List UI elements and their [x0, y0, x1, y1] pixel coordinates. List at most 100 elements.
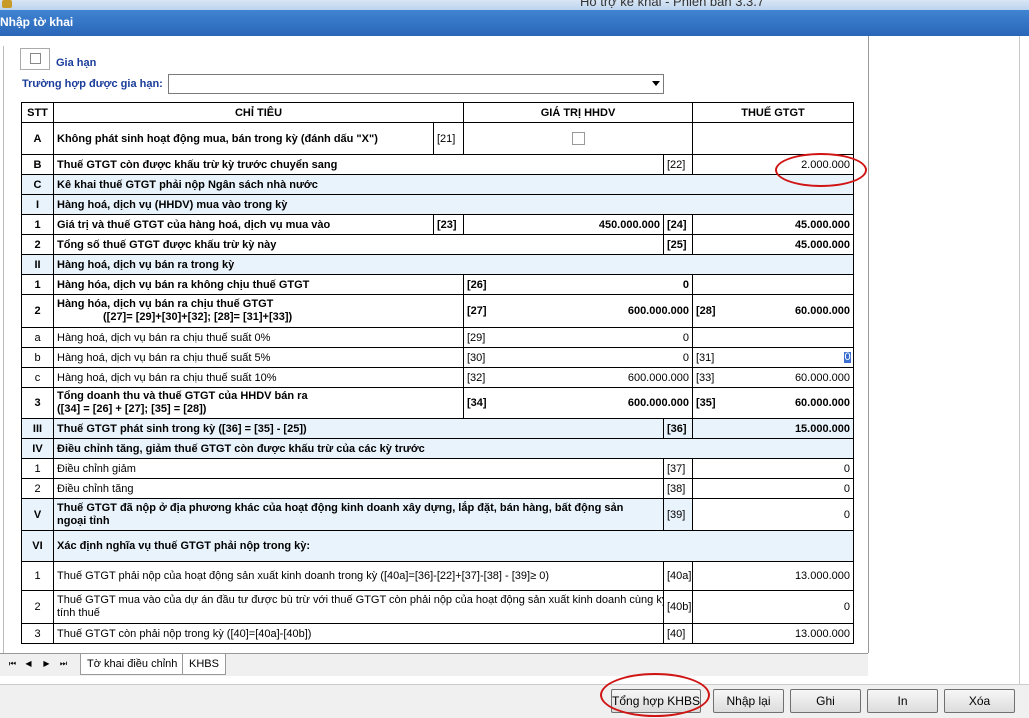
table-row: 3 Thuế GTGT còn phải nộp trong kỳ ([40]=…: [21, 623, 854, 644]
empty-cell: [692, 122, 854, 155]
stt-cell: 1: [21, 214, 54, 235]
value-cell-40b[interactable]: 0: [692, 590, 854, 624]
app-title: Hỗ trợ kê khai - Phiên bản 3.3.7: [580, 0, 765, 9]
value-cell-30[interactable]: 0: [683, 352, 692, 364]
form-left-border: [3, 46, 4, 653]
stt-cell: IV: [21, 438, 54, 459]
chevron-down-icon[interactable]: [652, 81, 660, 86]
table-row: 3 Tổng doanh thu và thuế GTGT của HHDV b…: [21, 387, 854, 419]
table-row: IV Điều chỉnh tăng, giảm thuế GTGT còn đ…: [21, 438, 854, 459]
label-cell: Hàng hoá, dịch vụ bán ra chịu thuế suất …: [53, 327, 464, 348]
label-cell: Hàng hóa, dịch vụ bán ra chịu thuế GTGT(…: [53, 294, 464, 328]
combo-33-cell: [33] 60.000.000: [692, 367, 854, 388]
gia-han-checkbox-cell: [20, 48, 50, 70]
tong-hop-khbs-button[interactable]: Tổng hợp KHBS: [611, 689, 701, 713]
code-cell: [27]: [467, 305, 487, 317]
value-cell-34: 600.000.000: [627, 397, 689, 409]
next-sheet-icon[interactable]: ▶: [40, 657, 53, 670]
header-stt: STT: [21, 102, 54, 123]
gia-han-checkbox[interactable]: [30, 53, 41, 64]
label-cell: Thuế GTGT còn phải nộp trong kỳ ([40]=[4…: [53, 623, 664, 644]
header-thue: THUẾ GTGT: [692, 102, 854, 123]
stt-cell: II: [21, 254, 54, 275]
table-row: C Kê khai thuế GTGT phải nộp Ngân sách n…: [21, 174, 854, 195]
value-cell-26[interactable]: 0: [683, 279, 692, 291]
code-cell: [35]: [696, 397, 716, 409]
code-cell: [24]: [663, 214, 693, 235]
value-cell-38[interactable]: 0: [692, 478, 854, 499]
declaration-form: Gia hạn Trường hợp được gia hạn: STT CHỈ…: [0, 36, 869, 653]
panel-header: Nhập tờ khai: [0, 10, 1029, 36]
value-cell-39[interactable]: 0: [692, 498, 854, 531]
value-cell-37[interactable]: 0: [692, 458, 854, 479]
stt-cell: B: [21, 154, 54, 175]
ghi-button[interactable]: Ghi: [790, 689, 861, 713]
panel-title: Nhập tờ khai: [0, 15, 74, 29]
value-cell-36: 15.000.000: [692, 418, 854, 439]
label-cell: Thuế GTGT đã nộp ở địa phương khác của h…: [53, 498, 664, 531]
truong-hop-select[interactable]: [168, 74, 664, 94]
combo-34-cell: [34] 600.000.000: [463, 387, 693, 419]
code-cell: [22]: [663, 154, 693, 175]
last-sheet-icon[interactable]: ⏭: [57, 657, 70, 670]
table-row: 2 Hàng hóa, dịch vụ bán ra chịu thuế GTG…: [21, 294, 854, 328]
tab-khbs[interactable]: KHBS: [182, 654, 226, 675]
table-row: II Hàng hoá, dịch vụ bán ra trong kỳ: [21, 254, 854, 275]
stt-cell: 3: [21, 623, 54, 644]
nhap-lai-button[interactable]: Nhập lại: [713, 689, 784, 713]
xoa-button[interactable]: Xóa: [944, 689, 1015, 713]
label-cell: Tổng doanh thu và thuế GTGT của HHDV bán…: [53, 387, 464, 419]
code-cell: [26]: [467, 278, 487, 291]
label-line-2: ([34] = [26] + [27]; [35] = [28]): [57, 403, 207, 415]
value-cell-23[interactable]: 450.000.000: [463, 214, 664, 235]
label-cell: Thuế GTGT phải nộp của hoạt động sản xuấ…: [53, 561, 664, 591]
label-cell: Không phát sinh hoạt động mua, bán trong…: [53, 122, 434, 155]
value-cell-22[interactable]: 2.000.000: [692, 154, 854, 175]
empty-cell: [692, 327, 854, 348]
right-pane-divider: [1019, 36, 1020, 684]
stt-cell: I: [21, 194, 54, 215]
value-cell-35: 60.000.000: [794, 397, 850, 409]
combo-26-cell: [26] 0: [463, 274, 693, 295]
value-cell-33[interactable]: 60.000.000: [795, 372, 853, 384]
no-activity-checkbox[interactable]: [571, 132, 585, 145]
label-line-2: ([27]= [29]+[30]+[32]; [28]= [31]+[33]): [103, 311, 293, 323]
section-label: Điều chỉnh tăng, giảm thuế GTGT còn được…: [53, 438, 854, 459]
value-cell-32[interactable]: 600.000.000: [628, 372, 692, 384]
in-button[interactable]: In: [867, 689, 938, 713]
label-cell: Hàng hoá, dịch vụ bán ra chịu thuế suất …: [53, 347, 464, 368]
stt-cell: b: [21, 347, 54, 368]
stt-cell: VI: [21, 530, 54, 562]
stt-cell: C: [21, 174, 54, 195]
label-line-2: tính thuế: [57, 607, 100, 619]
label-cell: Điều chỉnh tăng: [53, 478, 664, 499]
code-cell: [39]: [663, 498, 693, 531]
table-row: 1 Giá trị và thuế GTGT của hàng hoá, dịc…: [21, 214, 854, 235]
stt-cell: A: [21, 122, 54, 155]
header-gia-tri: GIÁ TRỊ HHDV: [463, 102, 693, 123]
stt-cell: 2: [21, 234, 54, 255]
section-label: Xác định nghĩa vụ thuế GTGT phải nộp tro…: [53, 530, 854, 562]
value-cell-29[interactable]: 0: [683, 332, 692, 344]
label-cell: Thuế GTGT phát sinh trong kỳ ([36] = [35…: [53, 418, 664, 439]
table-row: b Hàng hoá, dịch vụ bán ra chịu thuế suấ…: [21, 347, 854, 368]
code-cell: [34]: [467, 397, 487, 409]
label-cell: Thuế GTGT còn được khấu trừ kỳ trước chu…: [53, 154, 664, 175]
table-row: A Không phát sinh hoạt động mua, bán tro…: [21, 122, 854, 155]
value-cell-31[interactable]: 0: [844, 351, 851, 363]
prev-sheet-icon[interactable]: ◀: [22, 657, 35, 670]
combo-32-cell: [32] 600.000.000: [463, 367, 693, 388]
truong-hop-label: Trường hợp được gia hạn:: [22, 78, 163, 90]
stt-cell: 1: [21, 561, 54, 591]
value-cell-24[interactable]: 45.000.000: [692, 214, 854, 235]
table-row: 1 Hàng hóa, dịch vụ bán ra không chịu th…: [21, 274, 854, 295]
tab-to-khai-dieu-chinh[interactable]: Tờ khai điều chỉnh: [80, 654, 185, 675]
code-cell: [36]: [663, 418, 693, 439]
table-row: B Thuế GTGT còn được khấu trừ kỳ trước c…: [21, 154, 854, 175]
table-header-row: STT CHỈ TIÊU GIÁ TRỊ HHDV THUẾ GTGT: [21, 102, 854, 123]
value-cell-28: 60.000.000: [794, 305, 850, 317]
code-cell: [28]: [696, 305, 716, 317]
code-cell: [32]: [467, 371, 486, 384]
first-sheet-icon[interactable]: ⏮: [6, 657, 19, 670]
combo-31-cell: [31] 0: [692, 347, 854, 368]
